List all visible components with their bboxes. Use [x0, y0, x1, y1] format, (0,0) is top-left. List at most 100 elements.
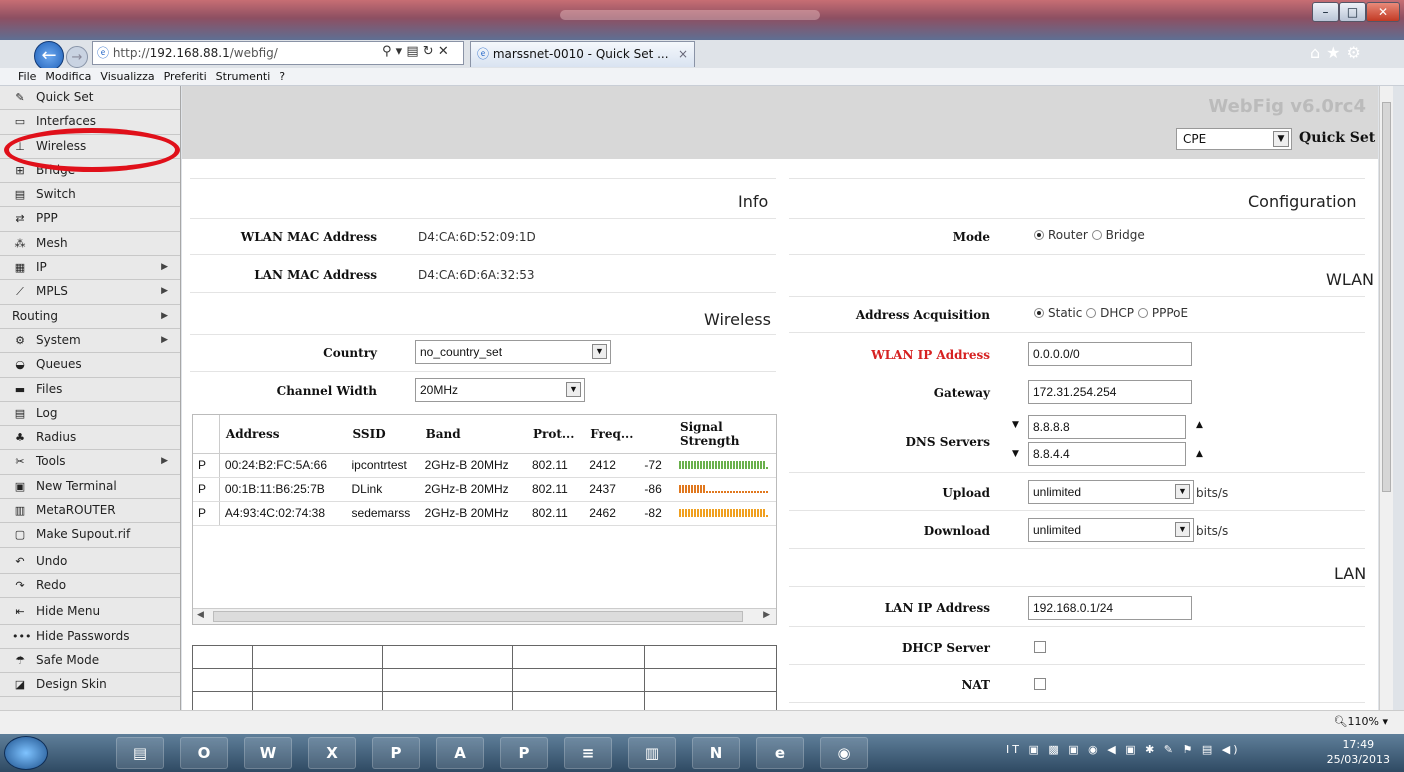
lan-ip-input[interactable]: 192.168.0.1/24	[1028, 596, 1192, 620]
forward-icon[interactable]: →	[66, 46, 88, 68]
dhcp-server-checkbox[interactable]	[1034, 641, 1046, 653]
sidebar-item-tools[interactable]: ✂ Tools ▶	[0, 450, 180, 475]
explorer-icon[interactable]: ▤	[116, 737, 164, 769]
dns-add-icon[interactable]: ▲	[1196, 420, 1203, 430]
winrar-icon[interactable]: ≡	[564, 737, 612, 769]
close-button[interactable]: ✕	[1366, 2, 1400, 22]
sidebar-item-interfaces[interactable]: ▭ Interfaces	[0, 110, 180, 135]
tab-close-icon[interactable]: ×	[678, 42, 688, 66]
dns-remove-icon[interactable]: ▼	[1012, 449, 1019, 459]
sidebar-item-routing[interactable]: Routing ▶	[0, 305, 180, 329]
menu-item-1[interactable]: Modifica	[45, 70, 91, 83]
address-controls[interactable]: ⚲ ▾ ▤ ↻ ✕	[382, 41, 464, 65]
col-frequency[interactable]: Freq...	[584, 415, 640, 454]
notes-icon[interactable]: ▥	[628, 737, 676, 769]
onenote-icon[interactable]: N	[692, 737, 740, 769]
chevron-down-icon[interactable]: ▼	[566, 382, 581, 397]
scroll-left-icon[interactable]: ◀	[197, 610, 204, 620]
tab-quickset[interactable]: ⓔ marssnet-0010 - Quick Set ... ×	[470, 41, 695, 67]
radio-router[interactable]	[1034, 230, 1044, 240]
sidebar-item-metarouter[interactable]: ▥ MetaROUTER	[0, 499, 180, 524]
dns-remove-icon[interactable]: ▼	[1012, 420, 1019, 430]
sidebar-item-mpls[interactable]: ⟋ MPLS ▶	[0, 280, 180, 305]
sidebar-item-mesh[interactable]: ⁂ Mesh	[0, 232, 180, 257]
upload-select[interactable]: unlimited ▼	[1028, 480, 1194, 504]
tray-icons[interactable]: ▣ ▩ ▣ ◉ ◀ ▣ ✱ ✎ ⚑ ▤ ◀)	[1028, 743, 1240, 756]
col-band[interactable]: Band	[419, 415, 527, 454]
sidebar-item-ip[interactable]: ▦ IP ▶	[0, 256, 180, 281]
sidebar-item-system[interactable]: ⚙ System ▶	[0, 329, 180, 354]
col-signal[interactable]	[639, 415, 674, 454]
sidebar-item-files[interactable]: ▬ Files	[0, 378, 180, 402]
radio-pppoe[interactable]	[1137, 308, 1148, 318]
sidebar-item-wireless[interactable]: ⊥ Wireless	[0, 135, 180, 159]
scroll-thumb[interactable]	[1382, 102, 1391, 492]
chevron-down-icon[interactable]: ▼	[1175, 522, 1190, 537]
gear-icon[interactable]: ⚙	[1347, 43, 1367, 62]
chevron-down-icon[interactable]: ▼	[1273, 131, 1289, 147]
channel-width-select[interactable]: 20MHz ▼	[415, 378, 585, 402]
menu-item-5[interactable]: ?	[279, 70, 285, 83]
sidebar-item-hide-menu[interactable]: ⇤ Hide Menu	[0, 600, 180, 625]
col-ssid[interactable]: SSID	[346, 415, 420, 454]
language-indicator[interactable]: IT	[1006, 743, 1022, 756]
chevron-down-icon[interactable]: ▼	[592, 344, 607, 359]
dns2-input[interactable]: 8.8.4.4	[1028, 442, 1186, 466]
table-row[interactable]: P 00:24:B2:FC:5A:66 ipcontrtest 2GHz-B 20MH…	[193, 453, 776, 478]
excel-icon[interactable]: X	[308, 737, 356, 769]
stop-icon[interactable]: ✕	[438, 44, 449, 59]
powerpoint-icon[interactable]: P	[372, 737, 420, 769]
sidebar-item-switch[interactable]: ▤ Switch	[0, 183, 180, 208]
sidebar-item-make-supout-rif[interactable]: ▢ Make Supout.rif	[0, 523, 180, 548]
menu-item-3[interactable]: Preferiti	[164, 70, 207, 83]
minimize-button[interactable]: –	[1312, 2, 1339, 22]
favorites-icon[interactable]: ★	[1326, 43, 1346, 62]
scroll-thumb[interactable]	[213, 611, 743, 622]
sidebar-item-quick-set[interactable]: ✎ Quick Set	[0, 86, 180, 111]
menu-item-0[interactable]: File	[18, 70, 36, 83]
sidebar-item-undo[interactable]: ↶ Undo	[0, 550, 180, 574]
table-row[interactable]: P A4:93:4C:02:74:38 sedemarss 2GHz-B 20MHz 8…	[193, 501, 776, 526]
chevron-down-icon[interactable]: ▼	[1175, 484, 1190, 499]
wlan-ip-input[interactable]: 0.0.0.0/0	[1028, 342, 1192, 366]
sidebar-item-redo[interactable]: ↷ Redo	[0, 574, 180, 599]
radio-bridge[interactable]	[1091, 230, 1102, 240]
nat-checkbox[interactable]	[1034, 678, 1046, 690]
sidebar-item-radius[interactable]: ♣ Radius	[0, 426, 180, 451]
sidebar-item-hide-passwords[interactable]: ••• Hide Passwords	[0, 625, 180, 649]
sidebar-item-safe-mode[interactable]: ☂ Safe Mode	[0, 649, 180, 674]
vertical-scrollbar[interactable]	[1379, 86, 1393, 710]
scroll-right-icon[interactable]: ▶	[763, 610, 770, 620]
menu-item-2[interactable]: Visualizza	[100, 70, 154, 83]
table-row[interactable]: P 00:1B:11:B6:25:7B DLink 2GHz-B 20MHz 802.1…	[193, 477, 776, 502]
sidebar-item-ppp[interactable]: ⇄ PPP	[0, 207, 180, 232]
sidebar-item-new-terminal[interactable]: ▣ New Terminal	[0, 475, 180, 500]
col-protocol[interactable]: Prot...	[526, 415, 585, 454]
zoom-level[interactable]: 🔍︎110% ▾	[1334, 715, 1388, 728]
sidebar-item-log[interactable]: ▤ Log	[0, 402, 180, 427]
download-select[interactable]: unlimited ▼	[1028, 518, 1194, 542]
maximize-button[interactable]: □	[1339, 2, 1366, 22]
start-button[interactable]	[4, 736, 48, 770]
menu-item-4[interactable]: Strumenti	[216, 70, 271, 83]
country-select[interactable]: no_country_set ▼	[415, 340, 611, 364]
publisher-icon[interactable]: P	[500, 737, 548, 769]
ie-icon[interactable]: e	[756, 737, 804, 769]
clock[interactable]: 17:49 25/03/2013	[1327, 737, 1390, 767]
back-icon[interactable]: ←	[34, 41, 64, 71]
sidebar-item-design-skin[interactable]: ◪ Design Skin	[0, 673, 180, 698]
refresh-icon[interactable]: ↻	[423, 44, 434, 59]
radio-dhcp[interactable]	[1086, 308, 1097, 318]
sidebar-item-bridge[interactable]: ⊞ Bridge	[0, 159, 180, 184]
col-address[interactable]: Address	[219, 415, 347, 454]
access-icon[interactable]: A	[436, 737, 484, 769]
word-icon[interactable]: W	[244, 737, 292, 769]
dns-add-icon[interactable]: ▲	[1196, 449, 1203, 459]
gateway-input[interactable]: 172.31.254.254	[1028, 380, 1192, 404]
firefox-icon[interactable]: ◉	[820, 737, 868, 769]
dns1-input[interactable]: 8.8.8.8	[1028, 415, 1186, 439]
sidebar-item-queues[interactable]: ◒ Queues	[0, 353, 180, 378]
mode-select[interactable]: CPE ▼	[1176, 128, 1292, 150]
search-icon[interactable]: ⚲	[382, 44, 392, 59]
compat-icon[interactable]: ▤	[406, 44, 418, 59]
